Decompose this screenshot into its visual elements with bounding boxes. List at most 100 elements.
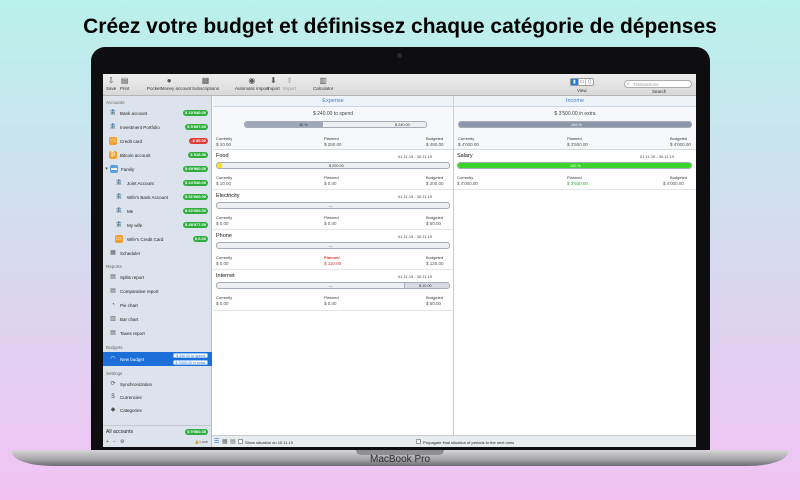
propagate-checkbox[interactable] <box>416 439 421 444</box>
budgeted-value: $ 200.00 <box>426 181 444 186</box>
sidebar-item-me[interactable]: 🏦 Me $ 60'000.00 <box>103 205 212 217</box>
category-bar[interactable]: --- $ 10.00 <box>216 282 450 289</box>
search-icon: ⌕ <box>627 81 630 87</box>
disclosure-triangle-icon[interactable]: ▾ <box>104 165 109 173</box>
budgeted-label: Budgeted <box>426 255 444 260</box>
sidebar-item-splits-report[interactable]: ▤ Splits report <box>103 271 212 283</box>
calculator-button[interactable]: ▥ Calculator <box>313 76 333 92</box>
show-situation-checkbox[interactable] <box>238 439 243 444</box>
list-view-icon[interactable]: ☰ <box>214 438 219 445</box>
budgeted-value: $ 50.00 <box>426 301 442 306</box>
lock-button[interactable]: 🔒Lock <box>195 439 208 444</box>
category-bar[interactable]: --- <box>216 242 450 249</box>
auto-import-button[interactable]: ◉ Automatic import <box>235 77 269 92</box>
sidebar-item-bar-chart[interactable]: ▥ Bar chart <box>103 313 212 325</box>
sidebar-item-taxes-report[interactable]: ▤ Taxes report <box>103 327 212 339</box>
sidebar-item-pie-chart[interactable]: ◔ Pie chart <box>103 299 212 311</box>
sidebar-item-scheduler[interactable]: ▦ Scheduler <box>103 247 212 259</box>
category-name[interactable]: Internet <box>216 273 235 279</box>
gear-icon[interactable]: ⚙ <box>120 439 124 445</box>
sidebar-footer: All accounts $ 9'560.35 + − ⚙ 🔒Lock <box>103 425 212 447</box>
subscriptions-button[interactable]: ▦ Subscriptions <box>192 76 219 92</box>
planned-label: Planned <box>324 175 339 180</box>
category-name[interactable]: Food <box>216 153 229 159</box>
sidebar-item-bank-account[interactable]: 🏦 Bank account $ 10'640.00 <box>103 107 212 119</box>
currently-value: $ 0.00 <box>216 301 229 306</box>
pocketmoney-button[interactable]: ● PocketMoney account <box>147 76 191 92</box>
currently-label: Currently <box>216 175 233 180</box>
calculator-icon: ▥ <box>319 76 327 85</box>
category-bar-text: $ 200.00 <box>329 163 344 168</box>
print-icon[interactable]: ▤ <box>230 438 236 445</box>
search-input[interactable]: ⌕ Transactions <box>624 80 692 88</box>
currently-value: $ 4'000.00 <box>457 181 478 186</box>
category-bar[interactable]: 100 % <box>457 162 692 169</box>
calendar-icon[interactable]: ▦ <box>222 438 228 445</box>
budgeted-label: Budgeted <box>426 136 444 141</box>
planned-value: $ 3'500.00 <box>567 181 588 186</box>
category-bar[interactable]: $ 200.00 <box>216 162 450 169</box>
sidebar-item-new-budget[interactable]: ◠ New budget $ 240.00 to spend $ 3'500.0… <box>103 352 212 366</box>
reports-header: Reports <box>106 264 122 269</box>
view-segmented-control[interactable]: ▮ ▭ ▯ <box>570 78 594 86</box>
balance-badge: $ 60'000.00 <box>183 208 208 214</box>
planned-label: Planned <box>324 255 340 260</box>
planned-label: Planned <box>567 136 582 141</box>
category-name[interactable]: Electricity <box>216 193 240 199</box>
user-icon: ● <box>166 76 172 85</box>
budgeted-label: Budgeted <box>670 136 688 141</box>
expense-summary-fill <box>245 122 323 127</box>
toolbar: ⇩ Save ▤ Print ● PocketMoney account ▦ Subsc… <box>103 74 696 96</box>
save-button[interactable]: ⇩ Save <box>106 76 116 92</box>
sidebar-item-my-wife[interactable]: 🏦 My wife $ 48'977.00 <box>103 219 212 231</box>
credit-card-icon: ▭ <box>115 235 123 243</box>
save-icon: ⇩ <box>107 76 115 85</box>
category-name[interactable]: Salary <box>457 153 473 159</box>
import-button[interactable]: ⬇ Import <box>267 77 280 92</box>
currently-label: Currently <box>216 295 233 300</box>
sidebar-item-wife-credit[interactable]: ▭ Wife's Credit Card $ 6.00 <box>103 233 212 245</box>
headline: Créez votre budget et définissez chaque … <box>83 15 717 38</box>
budgeted-value: $ 480.00 <box>426 142 444 147</box>
income-summary-bar: 100 % <box>458 121 692 128</box>
to-spend-badge: $ 240.00 to spend <box>173 353 208 358</box>
view-sidebar-icon[interactable]: ▮ <box>571 79 579 85</box>
gauge-icon: ◠ <box>110 356 116 362</box>
export-button[interactable]: ⬆ Export <box>283 77 296 92</box>
planned-label: Planned <box>567 175 582 180</box>
budgeted-value: $ 50.00 <box>426 221 442 226</box>
expense-summary-pct: 40 % <box>299 122 308 127</box>
bar-chart-icon: ▥ <box>110 316 116 322</box>
sidebar-item-joint-account[interactable]: 🏦 Joint Account $ 24'540.00 <box>103 177 212 189</box>
sidebar-item-categories[interactable]: ◆ Categories <box>103 404 212 416</box>
expense-summary-bar: 40 % $ 240.00 <box>244 121 427 128</box>
remove-button[interactable]: − <box>113 439 116 445</box>
currently-label: Currently <box>216 136 233 141</box>
category-bar[interactable]: --- <box>216 202 450 209</box>
sidebar-item-credit-card[interactable]: ▭ Credit card -$ 85.00 <box>103 135 212 147</box>
category-name[interactable]: Phone <box>216 233 232 239</box>
sidebar-item-bitcoin[interactable]: ₿ Bitcoin account $ 916.36 <box>103 149 212 161</box>
balance-badge: $ 69'960.00 <box>183 166 208 172</box>
sidebar-item-investment[interactable]: 🏦 Investment Portfolio $ 5'897.00 <box>103 121 212 133</box>
subscriptions-icon: ▦ <box>201 76 210 85</box>
balance-badge: $ 48'977.00 <box>183 222 208 228</box>
balance-badge: $ 5'897.00 <box>185 124 208 130</box>
sidebar-item-comparative-report[interactable]: ▤ Comparative report <box>103 285 212 297</box>
all-accounts-label[interactable]: All accounts <box>106 429 133 435</box>
budgeted-label: Budgeted <box>426 175 444 180</box>
sidebar-item-family[interactable]: ▾ ▬ Family $ 69'960.00 <box>103 163 212 175</box>
category-bar-text: --- <box>329 203 333 208</box>
currently-value: $ 0.00 <box>216 221 229 226</box>
category-bar-text: --- <box>329 243 333 248</box>
view-list-icon[interactable]: ▭ <box>579 79 587 85</box>
sidebar-item-wife-bank[interactable]: 🏦 Wife's Bank Account $ 51'660.00 <box>103 191 212 203</box>
add-button[interactable]: + <box>106 439 109 445</box>
print-button[interactable]: ▤ Print <box>120 77 129 92</box>
sidebar-item-synchronization[interactable]: ⟳ Synchronization <box>103 378 212 390</box>
planned-value: $ 0.00 <box>324 301 337 306</box>
view-panel-icon[interactable]: ▯ <box>586 79 593 85</box>
propagate-label: Propagate final situation of periods to … <box>423 439 515 445</box>
sidebar-item-currencies[interactable]: $ Currencies <box>103 391 212 403</box>
bank-icon: 🏦 <box>115 208 123 214</box>
